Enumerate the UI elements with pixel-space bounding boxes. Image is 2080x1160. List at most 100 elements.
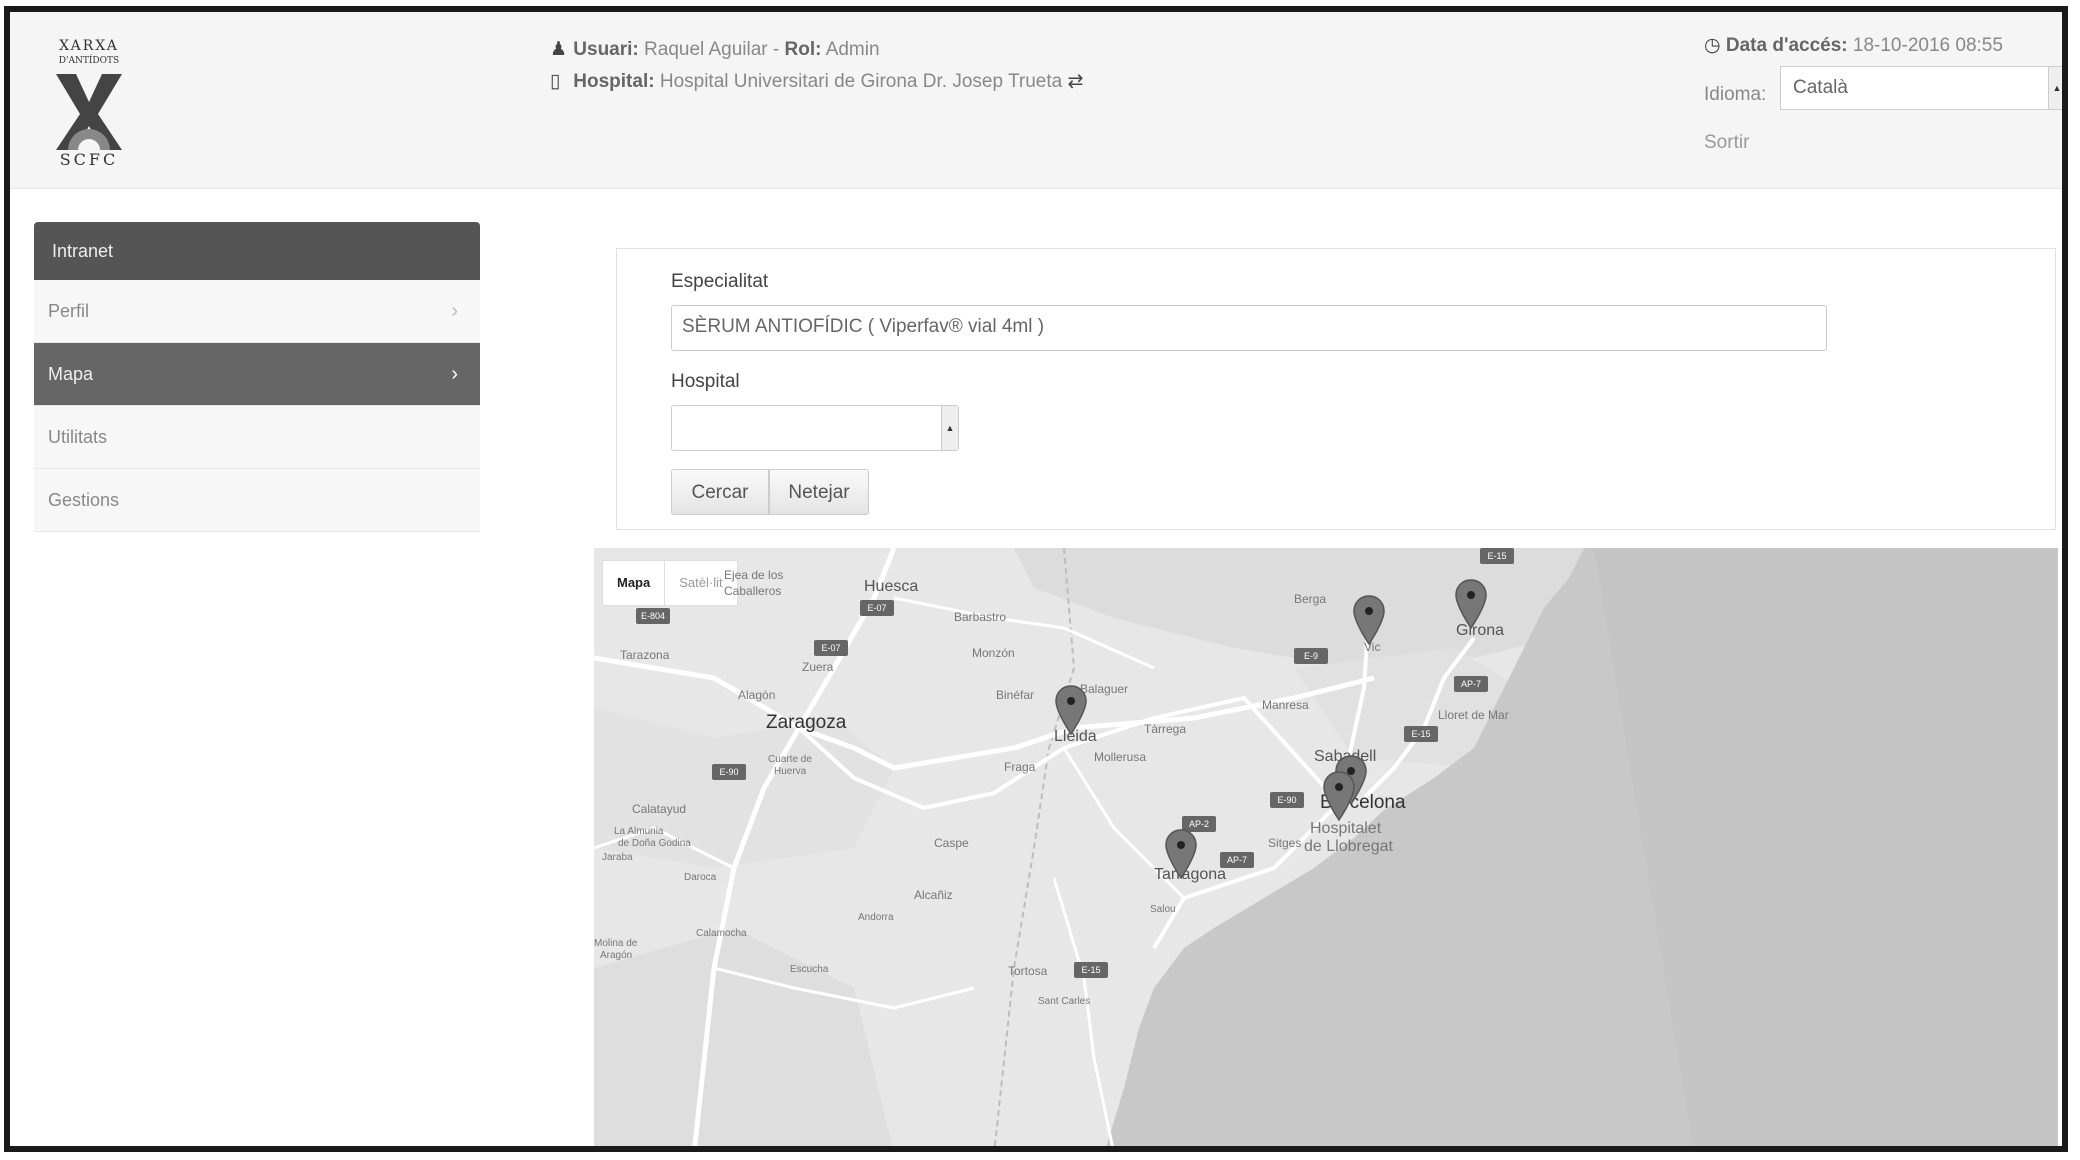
city-label: Alagón (738, 688, 776, 702)
user-label: Usuari: (573, 39, 639, 60)
hospital-icon: ▯ (550, 71, 561, 92)
city-label: Tortosa (1008, 964, 1048, 978)
city-label: Huesca (864, 578, 919, 595)
sidebar-item-label: Mapa (48, 364, 94, 384)
search-button[interactable]: Cercar (671, 469, 769, 515)
road-shield: E-15 (1480, 548, 1514, 564)
city-label: de Llobregat (1304, 838, 1393, 855)
clear-button[interactable]: Netejar (769, 469, 869, 515)
city-label: Salou (1150, 904, 1176, 915)
city-label: Caballeros (724, 584, 782, 598)
sidebar-item-utilitats[interactable]: Utilitats (34, 406, 480, 469)
city-label: Hospitalet (1310, 820, 1382, 837)
road-shield: E-07 (860, 600, 894, 616)
city-label: Aragón (600, 950, 633, 961)
city-label: Caspe (934, 836, 969, 850)
road-shield: E-90 (1270, 792, 1304, 808)
language-select[interactable]: Català ▲ (1780, 66, 2062, 110)
road-shield: AP-7 (1454, 676, 1488, 692)
logo: XARXA D'ANTÍDOTS SCFC (44, 38, 134, 173)
city-label: Sitges (1268, 836, 1302, 850)
user-info: ♟ Usuari: Raquel Aguilar - Rol: Admin ▯ … (550, 34, 1083, 98)
language-row: Idioma: Català ▲ (1704, 66, 2062, 112)
role-value: Admin (825, 39, 880, 60)
header: XARXA D'ANTÍDOTS SCFC ♟ Usuari: Raquel A… (10, 12, 2062, 189)
hospital-value: Hospital Universitari de Girona Dr. Jose… (659, 71, 1063, 92)
city-label: Mollerusa (1094, 750, 1147, 764)
sidebar: Intranet Perfil › Mapa › Utilitats Gesti… (34, 222, 480, 532)
map-marker-icon[interactable] (1454, 578, 1488, 630)
specialty-value: SÈRUM ANTIOFÍDIC ( Viperfav® vial 4ml ) (682, 316, 1045, 337)
chevron-down-icon: ▲ (2048, 67, 2062, 109)
road-shield: E-90 (712, 764, 746, 780)
city-label: Binéfar (996, 688, 1035, 702)
sidebar-item-gestions[interactable]: Gestions (34, 469, 480, 532)
sidebar-title: Intranet (34, 222, 480, 280)
map[interactable]: Mapa Satèl·lit Ejea de los Caballeros Hu… (594, 548, 2058, 1146)
switch-hospital-icon[interactable]: ⇄ (1067, 71, 1083, 92)
city-label: Berga (1294, 592, 1327, 606)
road-shield: AP-7 (1220, 852, 1254, 868)
city-label: Huerva (774, 766, 807, 777)
city-label: Calamocha (696, 928, 747, 939)
city-label: Alcañiz (914, 888, 953, 902)
city-label: La Almunia (614, 826, 664, 837)
chevron-right-icon: › (451, 300, 458, 322)
hospital-select[interactable]: ▲ (671, 405, 959, 451)
hospital-select-label: Hospital (671, 371, 740, 392)
city-label: Zaragoza (766, 712, 847, 733)
city-label: de Doña Godina (618, 838, 691, 849)
user-icon: ♟ (550, 39, 568, 60)
logo-x-icon (56, 74, 122, 150)
map-type-control: Mapa Satèl·lit (602, 560, 738, 606)
user-row: ♟ Usuari: Raquel Aguilar - Rol: Admin (550, 34, 1083, 66)
road-shield: E-15 (1404, 726, 1438, 742)
city-label: Zuera (802, 660, 834, 674)
specialty-input[interactable]: SÈRUM ANTIOFÍDIC ( Viperfav® vial 4ml ) (671, 305, 1827, 351)
city-label: Cuarte de (768, 754, 812, 765)
access-info: ◷ Data d'accés: 18-10-2016 08:55 (1704, 34, 2003, 57)
city-label: Jaraba (602, 852, 633, 863)
city-label: Lloret de Mar (1438, 708, 1509, 722)
road-shield: E-15 (1074, 962, 1108, 978)
city-label: Fraga (1004, 760, 1036, 774)
logo-line1: XARXA (59, 38, 119, 54)
clock-icon: ◷ (1704, 35, 1721, 56)
role-label: Rol: (784, 39, 822, 60)
map-type-map-button[interactable]: Mapa (603, 561, 664, 605)
city-label: Ejea de los (724, 568, 784, 582)
city-label: Molina de (594, 938, 638, 949)
city-label: Andorra (858, 912, 894, 923)
language-label: Idioma: (1704, 84, 1767, 105)
logout-link[interactable]: Sortir (1704, 132, 1749, 154)
road-shield: E-804 (636, 608, 670, 624)
city-label: Escucha (790, 964, 829, 975)
access-label: Data d'accés: (1725, 35, 1848, 56)
chevron-down-icon: ▲ (941, 406, 958, 450)
city-label: Daroca (684, 872, 717, 883)
logo-line3: SCFC (59, 150, 119, 169)
hospital-row: ▯ Hospital: Hospital Universitari de Gir… (550, 66, 1083, 98)
user-value: Raquel Aguilar (644, 39, 768, 60)
city-label: Tarazona (620, 648, 670, 662)
sidebar-item-mapa[interactable]: Mapa › (34, 343, 480, 406)
map-marker-icon[interactable] (1322, 770, 1356, 822)
logo-line2: D'ANTÍDOTS (58, 56, 120, 66)
access-value: 18-10-2016 08:55 (1852, 35, 2003, 56)
map-marker-icon[interactable] (1164, 828, 1198, 880)
road-shield: E-07 (814, 640, 848, 656)
map-marker-icon[interactable] (1352, 594, 1386, 646)
language-value: Català (1793, 77, 1848, 98)
sidebar-item-label: Perfil (48, 301, 90, 321)
map-marker-icon[interactable] (1054, 684, 1088, 736)
hospital-label: Hospital: (573, 71, 655, 92)
city-label: Manresa (1262, 698, 1309, 712)
city-label: Tàrrega (1144, 722, 1187, 736)
chevron-right-icon: › (451, 363, 458, 385)
sidebar-item-label: Gestions (48, 490, 120, 510)
city-label: Barbastro (954, 610, 1007, 624)
sidebar-item-perfil[interactable]: Perfil › (34, 280, 480, 343)
city-label: Monzón (972, 646, 1015, 660)
app-frame: XARXA D'ANTÍDOTS SCFC ♟ Usuari: Raquel A… (4, 6, 2068, 1152)
road-shield: E-9 (1294, 648, 1328, 664)
